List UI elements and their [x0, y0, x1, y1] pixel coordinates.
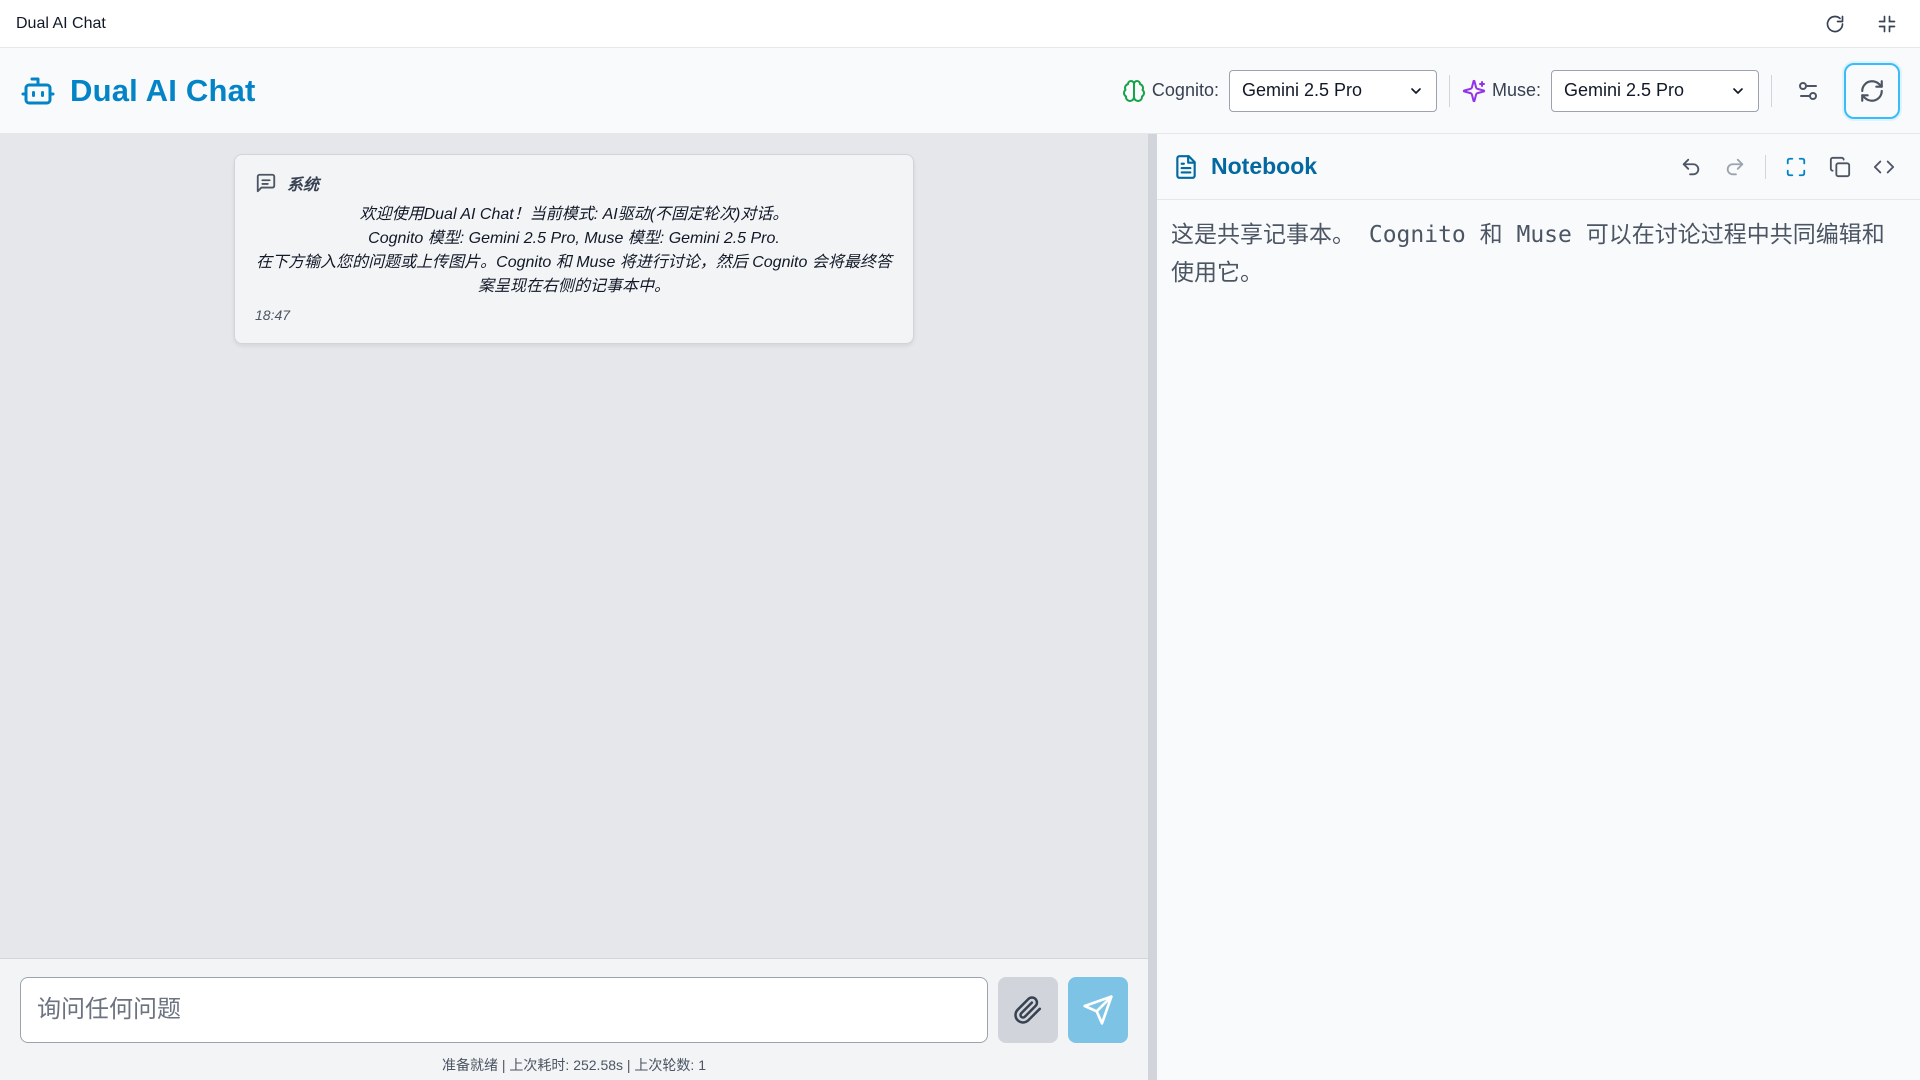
- refresh-icon: [1861, 79, 1883, 102]
- window-title: Dual AI Chat: [16, 14, 106, 32]
- chat-input-box[interactable]: [20, 977, 988, 1043]
- cognito-model-select[interactable]: Gemini 2.5 Pro: [1228, 69, 1437, 112]
- brand: Dual AI Chat: [20, 73, 256, 109]
- message-icon: [255, 172, 277, 194]
- fullscreen-button[interactable]: [1776, 147, 1816, 187]
- view-source-button[interactable]: [1864, 147, 1904, 187]
- collapse-button[interactable]: [1870, 7, 1904, 41]
- message-sender: 系统: [287, 177, 320, 194]
- window-titlebar: Dual AI Chat: [0, 0, 1920, 48]
- bot-icon: [20, 73, 56, 109]
- notebook-title: Notebook: [1211, 153, 1318, 179]
- send-button[interactable]: [1068, 977, 1128, 1043]
- muse-model: Muse: Gemini 2.5 Pro: [1462, 69, 1759, 112]
- header-divider: [1771, 74, 1772, 107]
- chat-panel: 系统 欢迎使用Dual AI Chat！当前模式: AI驱动(不固定轮次)对话。…: [0, 134, 1148, 1080]
- reload-icon: [1826, 15, 1844, 32]
- brain-icon: [1122, 79, 1146, 103]
- copy-icon: [1829, 156, 1851, 177]
- notebook-content[interactable]: 这是共享记事本。 Cognito 和 Muse 可以在讨论过程中共同编辑和使用它…: [1157, 200, 1920, 308]
- message-header: 系统: [255, 171, 893, 195]
- redo-icon: [1726, 158, 1744, 175]
- message-body: 欢迎使用Dual AI Chat！当前模式: AI驱动(不固定轮次)对话。 Co…: [255, 203, 893, 299]
- paperclip-icon: [1014, 996, 1042, 1024]
- notebook-toolbar: [1671, 147, 1904, 187]
- app-name: Dual AI Chat: [70, 72, 256, 108]
- sliders-icon: [1799, 81, 1817, 100]
- panel-resize-handle[interactable]: [1148, 134, 1156, 1080]
- code-icon: [1873, 160, 1895, 173]
- app-header: Dual AI Chat Cognito: Gemini 2.5 Pro Mus…: [0, 48, 1920, 134]
- attach-button[interactable]: [998, 977, 1058, 1043]
- undo-button[interactable]: [1671, 147, 1711, 187]
- header-divider: [1448, 74, 1450, 107]
- reset-chat-button[interactable]: [1844, 62, 1900, 119]
- copy-button[interactable]: [1820, 147, 1860, 187]
- model-selectors: Cognito: Gemini 2.5 Pro Muse: Gemini 2.5…: [1122, 62, 1900, 119]
- chevron-down-icon: [1408, 83, 1424, 99]
- system-message: 系统 欢迎使用Dual AI Chat！当前模式: AI驱动(不固定轮次)对话。…: [234, 154, 914, 344]
- cognito-model-value: Gemini 2.5 Pro: [1241, 80, 1363, 100]
- message-line: 欢迎使用Dual AI Chat！当前模式: AI驱动(不固定轮次)对话。: [359, 206, 789, 223]
- cognito-model: Cognito: Gemini 2.5 Pro: [1122, 69, 1437, 112]
- status-text: 准备就绪 | 上次耗时: 252.58s | 上次轮数: 1: [442, 1057, 706, 1073]
- undo-icon: [1682, 158, 1700, 175]
- collapse-icon: [1878, 15, 1896, 32]
- chat-input[interactable]: [37, 996, 971, 1024]
- chat-input-bar: 准备就绪 | 上次耗时: 252.58s | 上次轮数: 1: [0, 958, 1148, 1080]
- send-icon: [1083, 995, 1113, 1025]
- cognito-label: Cognito:: [1151, 80, 1219, 100]
- muse-model-select[interactable]: Gemini 2.5 Pro: [1551, 69, 1759, 112]
- reload-button[interactable]: [1818, 7, 1852, 41]
- file-text-icon: [1173, 154, 1199, 180]
- redo-button[interactable]: [1715, 147, 1755, 187]
- notebook-panel: Notebook 这是共享记事本。 Cognito 和 Muse 可以在讨论过程…: [1156, 134, 1920, 1080]
- message-line: 在下方输入您的问题或上传图片。Cognito 和 Muse 将进行讨论，然后 C…: [256, 254, 892, 295]
- muse-label: Muse:: [1491, 80, 1541, 100]
- sparkles-icon: [1462, 79, 1486, 103]
- notebook-header: Notebook: [1157, 134, 1920, 200]
- message-time: 18:47: [255, 307, 291, 323]
- message-line: Cognito 模型: Gemini 2.5 Pro, Muse 模型: Gem…: [368, 230, 780, 247]
- muse-model-value: Gemini 2.5 Pro: [1564, 80, 1685, 100]
- toolbar-divider: [1765, 154, 1766, 179]
- settings-button[interactable]: [1784, 67, 1832, 115]
- chevron-down-icon: [1730, 83, 1746, 99]
- expand-icon: [1786, 157, 1806, 176]
